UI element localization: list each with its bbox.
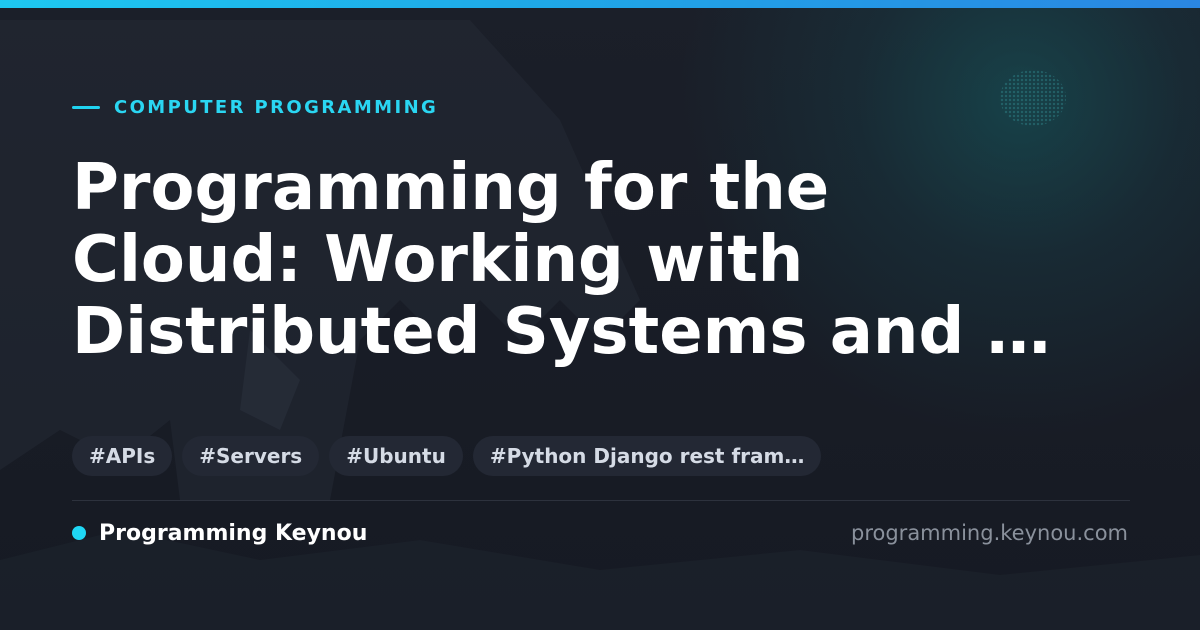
category-eyebrow: COMPUTER PROGRAMMING bbox=[72, 94, 438, 120]
tag-list: #APIs #Servers #Ubuntu #Python Django re… bbox=[72, 436, 822, 476]
title-line-1: Programming for the bbox=[72, 151, 830, 225]
brand: Programming Keynou bbox=[72, 519, 367, 547]
tag-python-django[interactable]: #Python Django rest fram… bbox=[472, 436, 822, 476]
dot-pattern-decoration bbox=[1000, 70, 1066, 126]
tag-servers[interactable]: #Servers bbox=[182, 436, 320, 476]
category-label: COMPUTER PROGRAMMING bbox=[114, 96, 439, 118]
site-url[interactable]: programming.keynou.com bbox=[851, 519, 1128, 547]
title-line-3: Distributed Systems and … bbox=[72, 295, 1051, 369]
tag-ubuntu[interactable]: #Ubuntu bbox=[329, 436, 463, 476]
social-share-card: COMPUTER PROGRAMMING Programming for the… bbox=[0, 0, 1200, 630]
brand-dot-icon bbox=[72, 526, 86, 540]
tag-apis[interactable]: #APIs bbox=[72, 436, 173, 476]
footer-divider bbox=[72, 500, 1130, 501]
eyebrow-accent-line bbox=[72, 105, 100, 109]
title-line-2: Cloud: Working with bbox=[72, 223, 804, 297]
article-title: Programming for the Cloud: Working with … bbox=[72, 152, 1152, 368]
brand-name: Programming Keynou bbox=[99, 520, 368, 546]
top-accent-bar bbox=[0, 0, 1200, 8]
